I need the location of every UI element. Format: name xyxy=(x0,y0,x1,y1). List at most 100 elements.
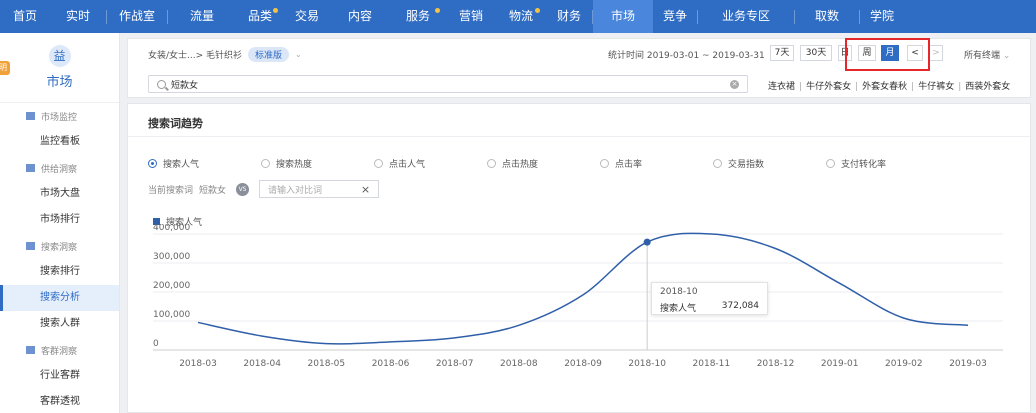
nav-item-label: 实时 xyxy=(65,9,90,23)
metric-radio-label: 点击热度 xyxy=(502,160,539,170)
metric-radio-group: 搜索人气 搜索热度 点击人气 点击热度 点击率 交易指数 支付转化率 xyxy=(148,157,1008,170)
sidebar-item[interactable]: 客群透视 xyxy=(0,389,119,413)
top-nav: 首页 实时 作战室 流量 品类 交易 内容 服务 营销 物流 财务 市场 竞争 业务专区 取数 学院 xyxy=(0,0,1036,33)
metric-radio-label: 搜索人气 xyxy=(163,160,200,170)
nav-item[interactable]: 首页 xyxy=(0,0,50,33)
related-term-link[interactable]: 连衣裙 xyxy=(768,82,795,92)
chevron-down-icon: ⌄ xyxy=(1002,51,1011,61)
nav-item-label: 取数 xyxy=(814,9,839,23)
nav-item-label: 服务 xyxy=(405,9,430,23)
nav-item[interactable]: 学院 xyxy=(860,0,904,33)
nav-item[interactable]: 物流 xyxy=(496,0,546,33)
nav-item[interactable]: 营销 xyxy=(446,0,496,33)
radio-circle xyxy=(261,159,270,168)
related-term-link[interactable]: 牛仔裤女 xyxy=(918,82,954,92)
period-button[interactable]: > xyxy=(929,45,943,61)
nav-item[interactable]: 流量 xyxy=(168,0,236,33)
highlight-box xyxy=(845,38,930,71)
related-separator: | xyxy=(911,82,915,92)
terminal-select[interactable]: 所有终端 ⌄ xyxy=(964,48,1010,61)
y-tick-label: 0 xyxy=(153,339,159,349)
terminal-label: 所有终端 xyxy=(964,51,1001,61)
chevron-down-icon[interactable]: ⌄ xyxy=(295,50,302,59)
clear-icon[interactable]: × xyxy=(730,79,739,89)
metric-radio[interactable]: 搜索热度 xyxy=(261,157,374,170)
tooltip-date: 2018-10 xyxy=(660,287,698,297)
stat-time: 统计时间 2019-03-01 ~ 2019-03-31 xyxy=(608,51,765,61)
nav-item-label: 学院 xyxy=(869,9,894,23)
search-value: 短款女 xyxy=(171,80,199,91)
trend-panel: 搜索词趋势 搜索人气 搜索热度 点击人气 点击热度 点击率 交易指数 支付转化率 当前搜索词… xyxy=(127,103,1031,413)
x-tick-label: 2019-03 xyxy=(949,359,987,369)
breadcrumb[interactable]: 女装/女士...> 毛针织衫 标准版 ⌄ xyxy=(148,47,302,62)
panel-title: 搜索词趋势 xyxy=(148,117,203,130)
current-term: 短款女 xyxy=(199,185,227,196)
related-term-link[interactable]: 西装外套女 xyxy=(965,82,1010,92)
sidebar-group-label: 客群洞察 xyxy=(41,346,78,357)
tooltip-value: 372,084 xyxy=(721,301,759,311)
nav-item[interactable]: 财务 xyxy=(546,0,592,33)
nav-item[interactable]: 业务专区 xyxy=(698,0,794,33)
nav-item[interactable]: 内容 xyxy=(330,0,390,33)
x-tick-label: 2018-11 xyxy=(693,359,731,369)
sidebar-header-label: 市场 xyxy=(46,75,73,90)
nav-item-label: 作战室 xyxy=(118,9,155,23)
sidebar-item[interactable]: 市场排行 xyxy=(0,207,119,233)
x-tick-label: 2019-02 xyxy=(885,359,923,369)
search-input[interactable]: 短款女 × xyxy=(148,75,748,93)
period-button[interactable]: 30天 xyxy=(800,45,832,61)
metric-radio-label: 支付转化率 xyxy=(841,160,887,170)
x-tick-label: 2018-09 xyxy=(564,359,602,369)
nav-item[interactable]: 作战室 xyxy=(107,0,167,33)
tooltip-label: 搜索人气 xyxy=(660,304,697,314)
sidebar-item[interactable]: 市场大盘 xyxy=(0,181,119,207)
sidebar-group-label: 供给洞察 xyxy=(41,164,78,175)
nav-item[interactable]: 市场 xyxy=(593,0,653,33)
sidebar-item[interactable]: 监控看板 xyxy=(0,129,119,155)
metric-radio[interactable]: 搜索人气 xyxy=(148,157,261,170)
series-line xyxy=(197,232,969,345)
sidebar-item[interactable]: 搜索人群 xyxy=(0,311,119,337)
search-icon xyxy=(157,79,166,89)
close-icon[interactable]: × xyxy=(361,183,370,196)
sidebar-item[interactable]: 搜索分析 xyxy=(0,285,119,311)
nav-item-label: 流量 xyxy=(189,9,214,23)
nav-item[interactable]: 交易 xyxy=(284,0,330,33)
metric-radio[interactable]: 交易指数 xyxy=(713,157,826,170)
nav-item[interactable]: 竞争 xyxy=(653,0,697,33)
nav-item-label: 业务专区 xyxy=(721,9,770,23)
compare-input[interactable]: 请输入对比词 × xyxy=(259,180,380,198)
nav-item[interactable]: 服务 xyxy=(390,0,446,33)
nav-item[interactable]: 品类 xyxy=(236,0,284,33)
related-term-link[interactable]: 外套女春秋 xyxy=(862,82,907,92)
metric-radio[interactable]: 点击率 xyxy=(600,157,713,170)
chart-tooltip: 2018-10 搜索人气 372,084 xyxy=(651,282,768,315)
y-tick-label: 200,000 xyxy=(153,281,190,291)
radio-circle xyxy=(713,159,722,168)
y-tick-label: 400,000 xyxy=(153,224,190,233)
sidebar-group: 市场监控 xyxy=(0,103,119,129)
metric-radio[interactable]: 点击热度 xyxy=(487,157,600,170)
related-terms: 连衣裙 | 牛仔外套女 | 外套女春秋 | 牛仔裤女 | 西装外套女 xyxy=(768,79,1010,92)
metric-radio[interactable]: 点击人气 xyxy=(374,157,487,170)
chart-icon xyxy=(26,242,35,250)
nav-item[interactable]: 实时 xyxy=(50,0,106,33)
nav-item-label: 首页 xyxy=(12,9,37,23)
metric-radio[interactable]: 支付转化率 xyxy=(826,157,939,170)
sidebar-item[interactable]: 搜索排行 xyxy=(0,259,119,285)
new-dot-icon xyxy=(435,8,440,13)
new-dot-icon xyxy=(535,8,540,13)
x-tick-label: 2018-12 xyxy=(757,359,795,369)
current-term-label: 当前搜索词 xyxy=(148,185,194,196)
sidebar-header[interactable]: 益 市场 xyxy=(0,33,119,103)
x-tick-label: 2018-08 xyxy=(500,359,538,369)
trend-line-chart[interactable]: 0 100,000 200,000 300,000 400,000 2018-03 2018… xyxy=(128,224,1028,412)
edge-tag[interactable]: 明 xyxy=(0,61,10,75)
chart-icon xyxy=(26,164,35,172)
sidebar-item[interactable]: 行业客群 xyxy=(0,363,119,389)
nav-item[interactable]: 取数 xyxy=(795,0,859,33)
related-separator: | xyxy=(855,82,859,92)
related-term-link[interactable]: 牛仔外套女 xyxy=(806,82,851,92)
period-button[interactable]: 7天 xyxy=(770,45,794,61)
x-tick-label: 2018-10 xyxy=(628,359,666,369)
